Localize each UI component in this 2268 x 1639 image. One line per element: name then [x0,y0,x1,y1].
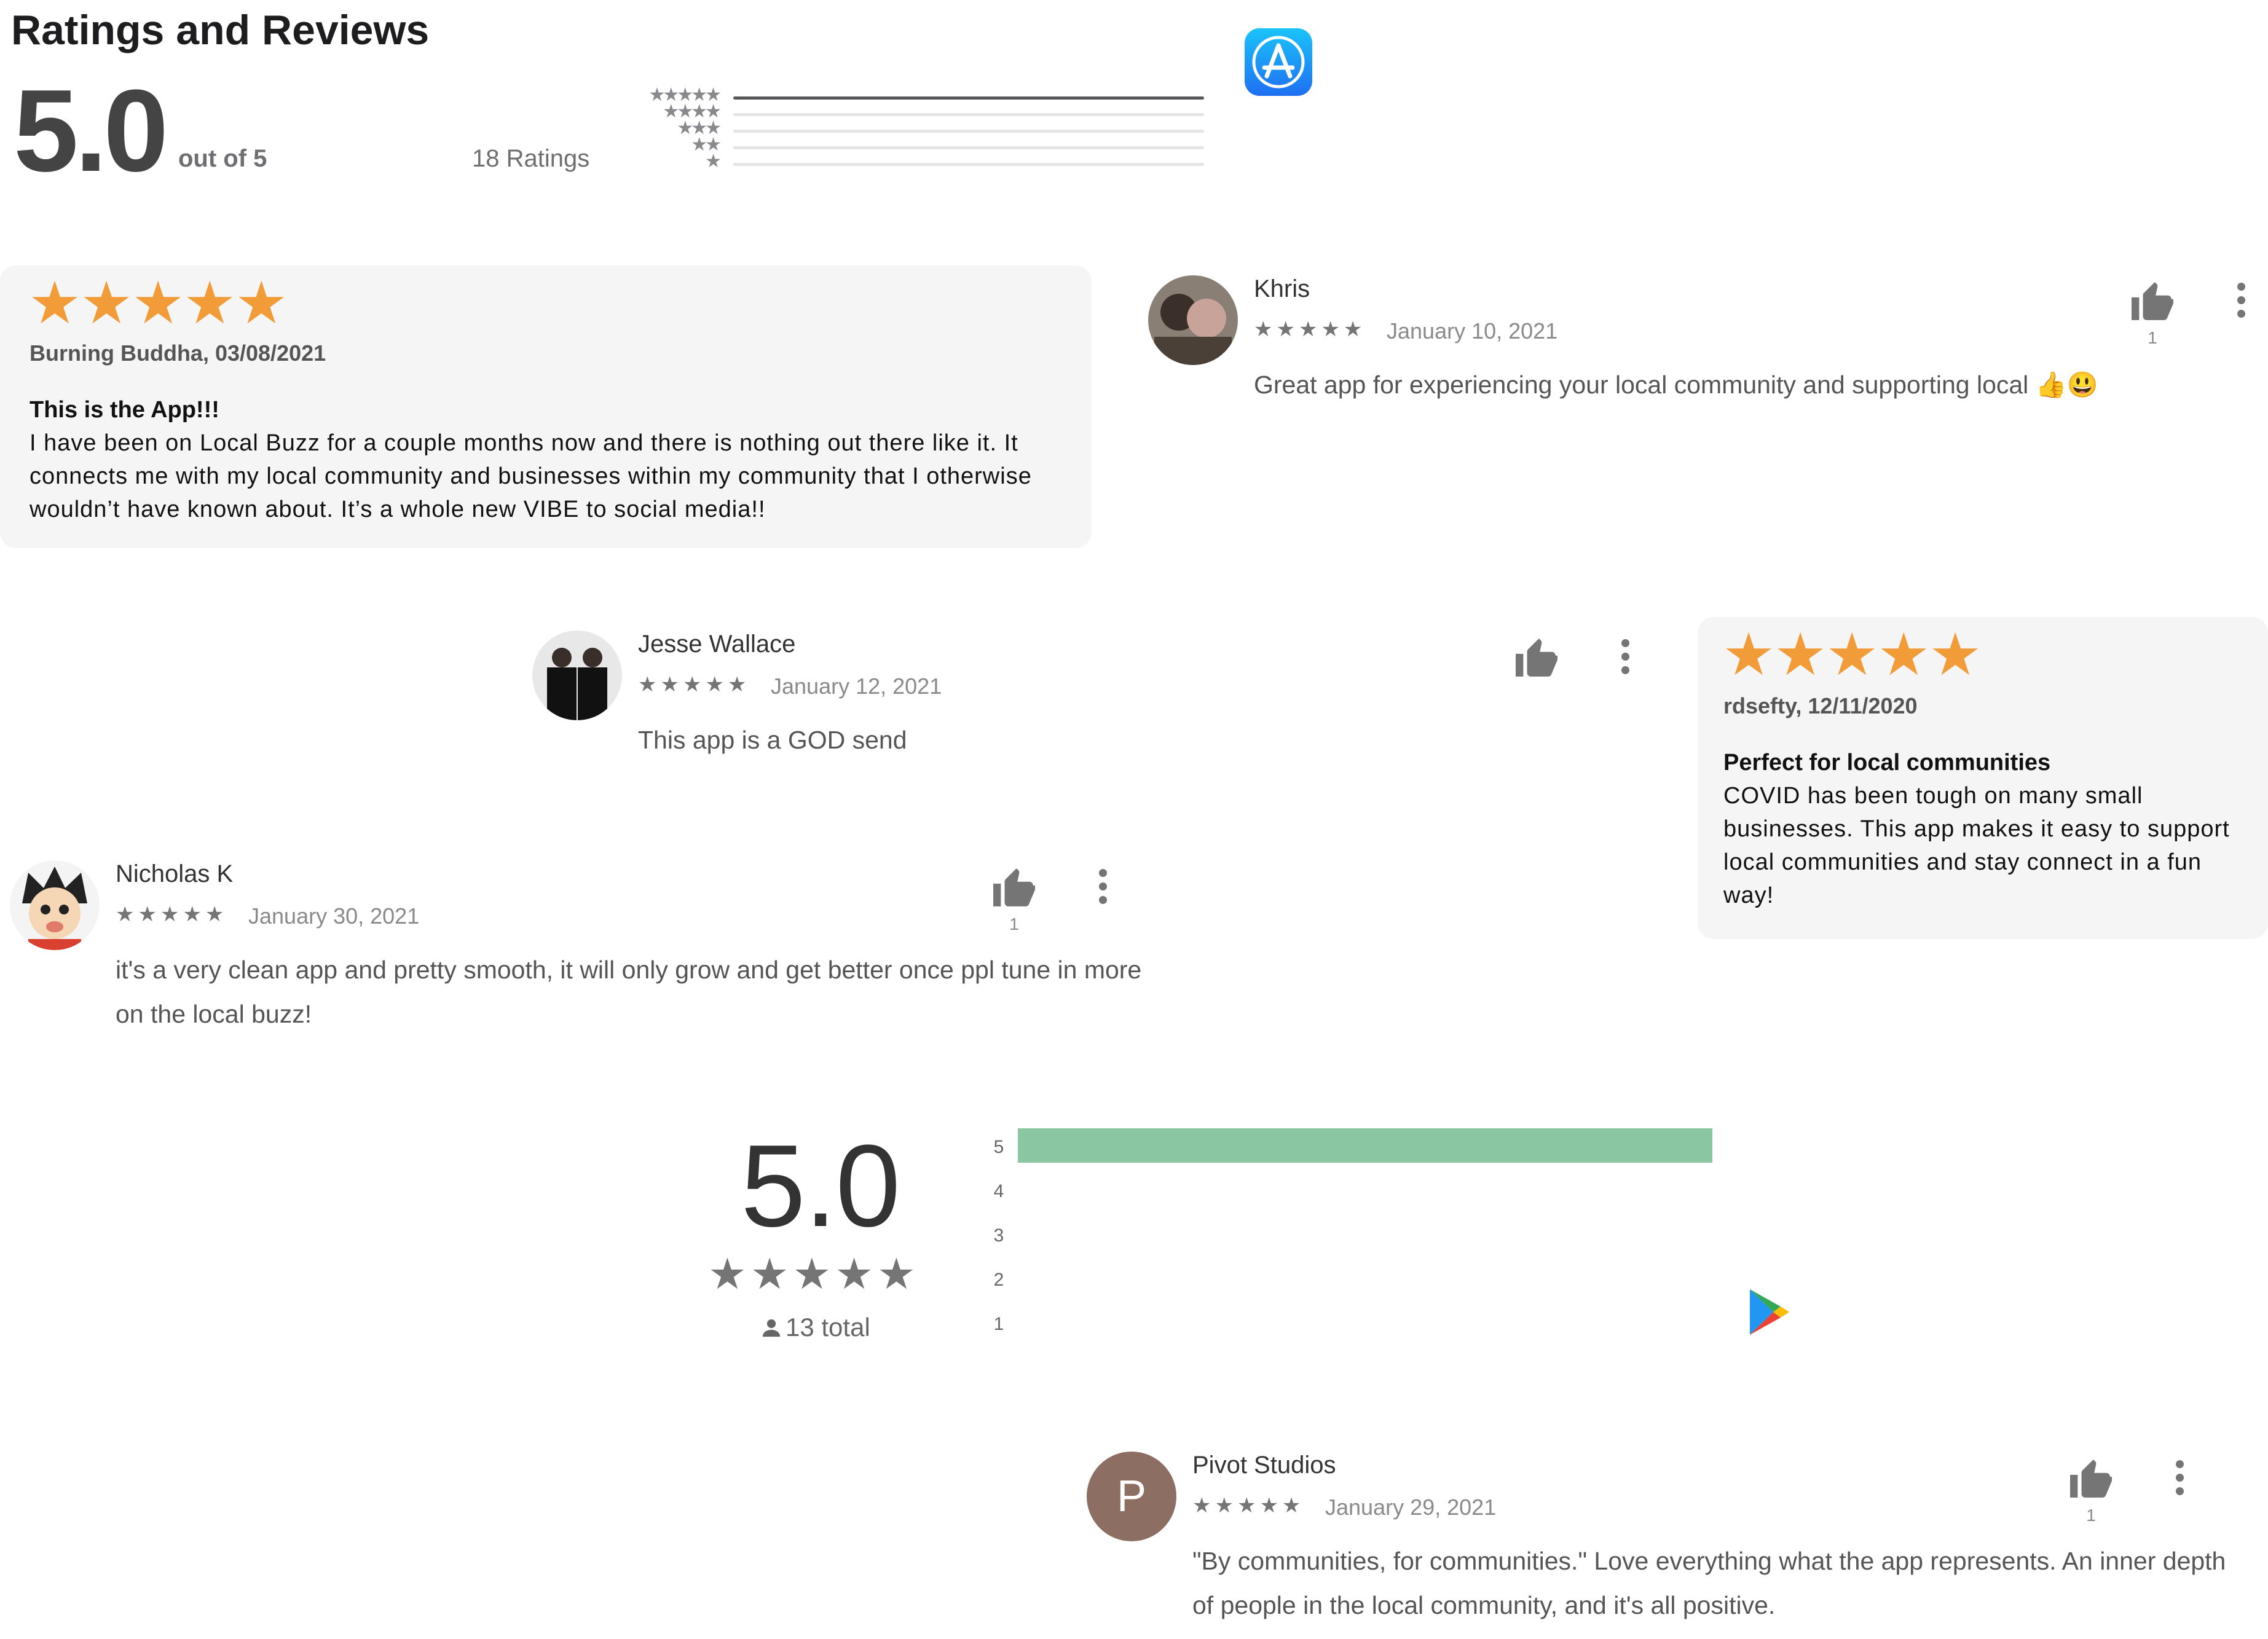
card-title: This is the App!!! [30,397,219,423]
histogram-bar-2 [733,146,1204,149]
histogram-fill-5 [733,96,1204,100]
histogram-bar-1 [733,163,1204,166]
play-rating-stars: ★★★★★ [708,1250,919,1298]
avatar [532,631,622,720]
avatar [1148,275,1238,365]
more-options-icon[interactable] [2236,283,2246,320]
more-options-icon[interactable] [1098,869,1108,906]
average-score: 5.0 [14,66,168,196]
review-jesse-wallace: Jesse Wallace ★★★★★ January 12, 2021 Thi… [532,631,1319,766]
play-total: 13 total [761,1313,870,1342]
card-byline: rdsefty, 12/11/2020 [1723,693,1918,718]
histogram-bar-3 [733,130,1204,133]
app-store-icon [1245,28,1312,96]
like-count: 1 [2148,328,2157,347]
review-khris: Khris ★★★★★ January 10, 2021 Great app f… [1148,275,2254,423]
histogram-star-labels: ★★★★★ ★★★★ ★★★ ★★ ★ [621,86,722,173]
play-histogram-label-3: 3 [993,1225,1004,1246]
card-body: COVID has been tough on many small busin… [1723,783,2230,908]
reviewer-name: Jesse Wallace [638,631,796,658]
reviewer-name: Pivot Studios [1192,1452,1336,1479]
reviewer-name: Khris [1254,275,1310,302]
play-histogram-label-4: 4 [993,1181,1004,1201]
more-options-icon[interactable] [2175,1460,2184,1497]
card-rating-stars: ★★★★★ [28,270,288,336]
review-date: January 29, 2021 [1325,1495,1497,1520]
more-options-icon[interactable] [1620,639,1630,676]
review-stars: ★★★★★ [638,673,750,696]
ratings-count: 18 Ratings [472,145,590,172]
play-histogram-bar-5 [1018,1128,1712,1163]
page-title: Ratings and Reviews [11,7,430,53]
card-byline: Burning Buddha, 03/08/2021 [30,340,326,366]
thumbs-up-icon[interactable] [2068,1458,2114,1499]
review-card-rdsefty: ★★★★★ rdsefty, 12/11/2020 Perfect for lo… [1698,617,2268,939]
like-count: 1 [2086,1506,2096,1525]
play-histogram-label-5: 5 [993,1137,1004,1157]
review-date: January 30, 2021 [248,903,420,929]
review-date: January 12, 2021 [771,674,942,699]
avatar: P [1087,1452,1176,1541]
thumbs-up-icon[interactable] [2129,280,2176,322]
avatar [10,860,100,950]
thumbs-up-icon[interactable] [1513,637,1560,678]
out-of-label: out of 5 [178,145,267,172]
histogram-stars-1: ★ [705,151,722,171]
card-body: I have been on Local Buzz for a couple m… [30,430,1032,522]
review-text: Great app for experiencing your local co… [1254,371,2098,399]
card-rating-stars: ★★★★★ [1722,622,1982,688]
play-histogram-label-2: 2 [993,1270,1004,1290]
review-card-content: ★★★★★ Burning Buddha, 03/08/2021 This is… [0,265,1092,548]
review-text: This app is a GOD send [638,726,907,754]
histogram-bar-4 [733,113,1204,116]
play-average-score: 5.0 [741,1121,900,1251]
avatar-letter: P [1116,1472,1147,1521]
review-stars: ★★★★★ [116,903,228,926]
histogram-bar-5 [733,96,1204,100]
play-histogram-label-1: 1 [993,1314,1004,1334]
review-date: January 10, 2021 [1387,318,1558,344]
review-text: it's a very clean app and pretty smooth,… [116,956,1142,1028]
like-count: 1 [1009,914,1019,933]
card-title: Perfect for local communities [1723,750,2051,776]
review-text: "By communities, for communities." Love … [1192,1547,2226,1619]
reviewer-name: Nicholas K [116,860,234,887]
review-stars: ★★★★★ [1192,1494,1305,1517]
person-icon [762,1319,781,1337]
play-total-label: 13 total [786,1313,870,1342]
thumbs-up-icon[interactable] [991,867,1038,908]
review-stars: ★★★★★ [1254,318,1366,341]
google-play-icon [1750,1289,1789,1335]
